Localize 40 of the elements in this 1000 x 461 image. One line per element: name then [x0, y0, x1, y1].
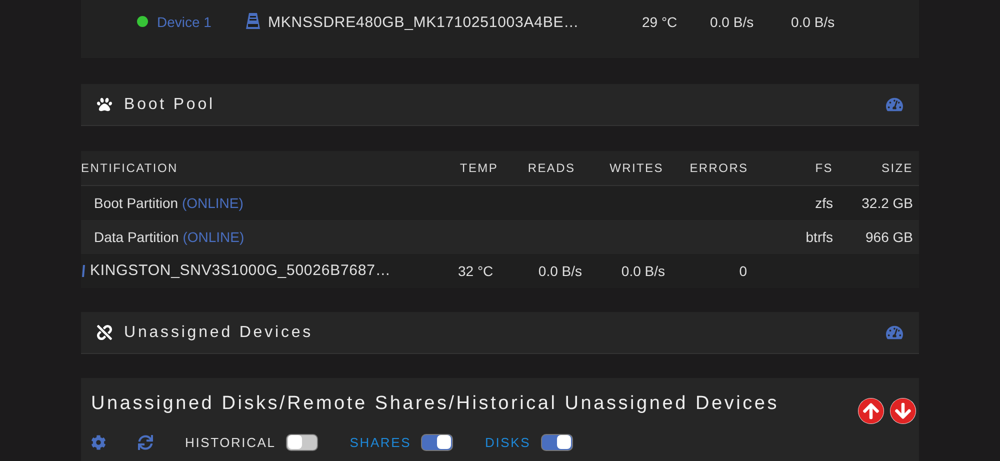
- toggle-switch[interactable]: [540, 434, 573, 451]
- toggle-switch[interactable]: [286, 434, 318, 451]
- filesystem: btrfs: [806, 228, 834, 246]
- arrow-down-icon[interactable]: [890, 398, 916, 424]
- panel-title: Unassigned Disks/Remote Shares/Historical Unassigned Devices: [91, 392, 780, 416]
- disk-identification: KINGSTON_SNV3S1000G_50026B7687…: [90, 260, 391, 281]
- disk-identification: MKNSSDRE480GB_MK1710251003A4BE…: [268, 13, 580, 33]
- paw-icon: [97, 97, 112, 112]
- settings-icon[interactable]: [91, 434, 106, 450]
- size: 966 GB: [866, 228, 914, 246]
- dashboard-icon[interactable]: [886, 324, 903, 341]
- partition-name: Data Partition (ONLINE): [93, 228, 246, 247]
- arrow-up-icon[interactable]: [858, 398, 884, 424]
- refresh-icon[interactable]: [138, 434, 153, 450]
- column-header: ERRORS: [690, 160, 748, 177]
- toggle-label: HISTORICAL: [185, 434, 276, 452]
- column-header: READS: [528, 160, 576, 177]
- column-header: SIZE: [882, 160, 914, 177]
- unlink-icon: [97, 325, 112, 340]
- write-speed: 0.0 B/s: [791, 13, 835, 32]
- size: 32.2 GB: [862, 194, 914, 212]
- temperature: 32 °C: [457, 262, 494, 280]
- toggle-label: SHARES: [350, 434, 412, 452]
- toggle-switch[interactable]: [421, 434, 454, 451]
- read-speed: 0.0 B/s: [710, 13, 755, 32]
- read-speed: 0.0 B/s: [538, 262, 583, 280]
- section-title: Boot Pool: [124, 94, 215, 114]
- toggle-label: DISKS: [485, 434, 531, 452]
- filesystem: zfs: [815, 194, 834, 212]
- section-title: Unassigned Devices: [124, 322, 314, 342]
- dashboard-icon[interactable]: [886, 96, 903, 113]
- write-speed: 0.0 B/s: [621, 262, 666, 280]
- column-header: FS: [815, 160, 834, 177]
- temperature: 29 °C: [642, 13, 678, 32]
- column-header: TEMP: [460, 160, 498, 177]
- column-header: WRITES: [610, 160, 664, 177]
- partition-name: Boot Partition (ONLINE): [93, 194, 244, 213]
- error-count: 0: [739, 262, 748, 280]
- device-link[interactable]: Device 1: [157, 12, 235, 33]
- column-header: ENTIFICATION: [81, 160, 179, 177]
